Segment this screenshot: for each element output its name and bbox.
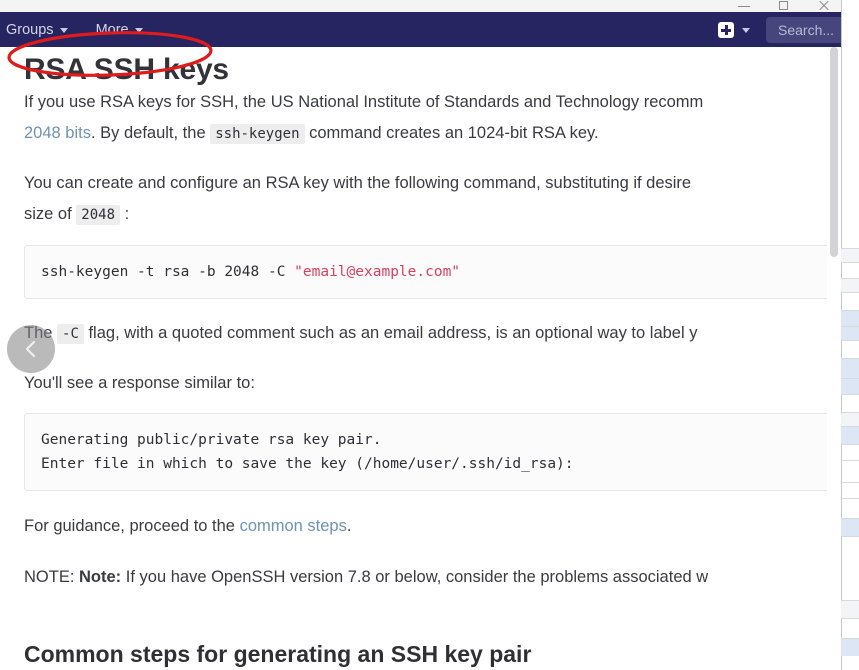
nav-right-group: Search... bbox=[718, 12, 841, 47]
paragraph-create-key-colon: : bbox=[120, 205, 130, 223]
background-application-window[interactable] bbox=[841, 0, 859, 670]
note-text: If you have OpenSSH version 7.8 or below… bbox=[121, 568, 709, 586]
background-table-row bbox=[841, 482, 859, 498]
paragraph-rsa-intro-tail: command creates an 1024-bit RSA key. bbox=[304, 124, 599, 142]
paragraph-create-key-sizeof: size of bbox=[24, 205, 77, 223]
top-navigation-bar: Groups More Search... bbox=[0, 12, 841, 47]
scrollbar-thumb[interactable] bbox=[830, 47, 838, 257]
paragraph-rsa-intro-after-link: . By default, the bbox=[90, 124, 211, 142]
background-table-row bbox=[841, 394, 859, 412]
background-table-row bbox=[841, 600, 859, 618]
codeblock-command-string: "email@example.com" bbox=[294, 264, 461, 280]
nav-item-more-label: More bbox=[95, 21, 129, 38]
note-prefix: NOTE: bbox=[24, 568, 80, 586]
search-input[interactable]: Search... bbox=[766, 16, 841, 43]
background-table-row bbox=[841, 310, 859, 326]
background-table-row bbox=[841, 292, 859, 310]
background-table-row bbox=[841, 378, 859, 394]
background-table-row bbox=[841, 326, 859, 340]
inline-code-ssh-keygen: ssh-keygen bbox=[210, 124, 305, 144]
background-table-row bbox=[841, 536, 859, 556]
paragraph-create-key-text: You can create and configure an RSA key … bbox=[24, 174, 692, 192]
background-table-row bbox=[841, 358, 859, 378]
paragraph-guidance: For guidance, proceed to the common step… bbox=[24, 511, 827, 542]
paragraph-response-intro: You'll see a response similar to: bbox=[24, 374, 255, 392]
background-table-row bbox=[841, 638, 859, 656]
nav-item-more[interactable]: More bbox=[96, 22, 143, 38]
background-table-row bbox=[841, 426, 859, 444]
nav-item-groups[interactable]: Groups bbox=[6, 22, 68, 38]
codeblock-output-line1: Generating public/private rsa key pair. bbox=[41, 432, 382, 448]
paragraph-rsa-intro-text: If you use RSA keys for SSH, the US Nati… bbox=[24, 93, 704, 111]
link-2048-bits[interactable]: 2048 bits bbox=[24, 124, 91, 142]
paragraph-guidance-after: . bbox=[346, 517, 352, 535]
chevron-down-icon bbox=[59, 28, 68, 33]
paragraph-rsa-intro: If you use RSA keys for SSH, the US Nati… bbox=[24, 87, 827, 118]
background-table-row bbox=[841, 248, 859, 262]
inline-code-2048: 2048 bbox=[76, 205, 120, 225]
plus-square-icon[interactable] bbox=[718, 21, 734, 38]
page-content: RSA SSH keys If you use RSA keys for SSH… bbox=[0, 47, 827, 670]
chevron-down-icon[interactable] bbox=[742, 28, 750, 33]
paragraph-create-key-line2: size of 2048 : bbox=[24, 199, 827, 231]
background-table-row bbox=[841, 340, 859, 358]
background-table-row bbox=[841, 518, 859, 536]
codeblock-output-line2: Enter file in which to save the key (/ho… bbox=[41, 456, 574, 472]
note-openssh-version: NOTE: Note: If you have OpenSSH version … bbox=[24, 562, 827, 593]
chevron-left-icon bbox=[25, 340, 36, 358]
inline-code-c-flag: -C bbox=[57, 324, 84, 344]
nav-item-groups-label: Groups bbox=[6, 21, 54, 38]
background-table-row bbox=[841, 460, 859, 482]
page-title: RSA SSH keys bbox=[24, 53, 229, 87]
link-common-steps[interactable]: common steps bbox=[240, 517, 347, 535]
note-bold-label: Note: bbox=[79, 568, 122, 586]
paragraph-c-flag-after: flag, with a quoted comment such as an e… bbox=[83, 324, 698, 342]
background-table-row bbox=[841, 278, 859, 292]
screen: Groups More Search... RSA SSH keys If yo… bbox=[0, 0, 859, 670]
vertical-scrollbar[interactable] bbox=[827, 47, 841, 670]
section-heading-common-steps: Common steps for generating an SSH key p… bbox=[24, 641, 532, 668]
chevron-down-icon bbox=[134, 28, 143, 33]
paragraph-rsa-intro-line2: 2048 bits. By default, the ssh-keygen co… bbox=[24, 118, 827, 150]
background-table-row bbox=[841, 618, 859, 638]
codeblock-ssh-keygen-command[interactable]: ssh-keygen -t rsa -b 2048 -C "email@exam… bbox=[24, 245, 827, 299]
codeblock-ssh-keygen-output[interactable]: Generating public/private rsa key pair. … bbox=[24, 413, 827, 491]
background-table-row bbox=[841, 262, 859, 278]
paragraph-c-flag: The -C flag, with a quoted comment such … bbox=[24, 318, 827, 350]
codeblock-command-text: ssh-keygen -t rsa -b 2048 -C bbox=[41, 264, 295, 280]
background-table-row bbox=[841, 444, 859, 460]
background-table-row bbox=[841, 498, 859, 518]
paragraph-guidance-before: For guidance, proceed to the bbox=[24, 517, 240, 535]
window-titlebar[interactable] bbox=[0, 0, 841, 12]
background-table-row bbox=[841, 412, 859, 426]
previous-page-button[interactable] bbox=[7, 325, 55, 373]
paragraph-create-key: You can create and configure an RSA key … bbox=[24, 168, 827, 199]
